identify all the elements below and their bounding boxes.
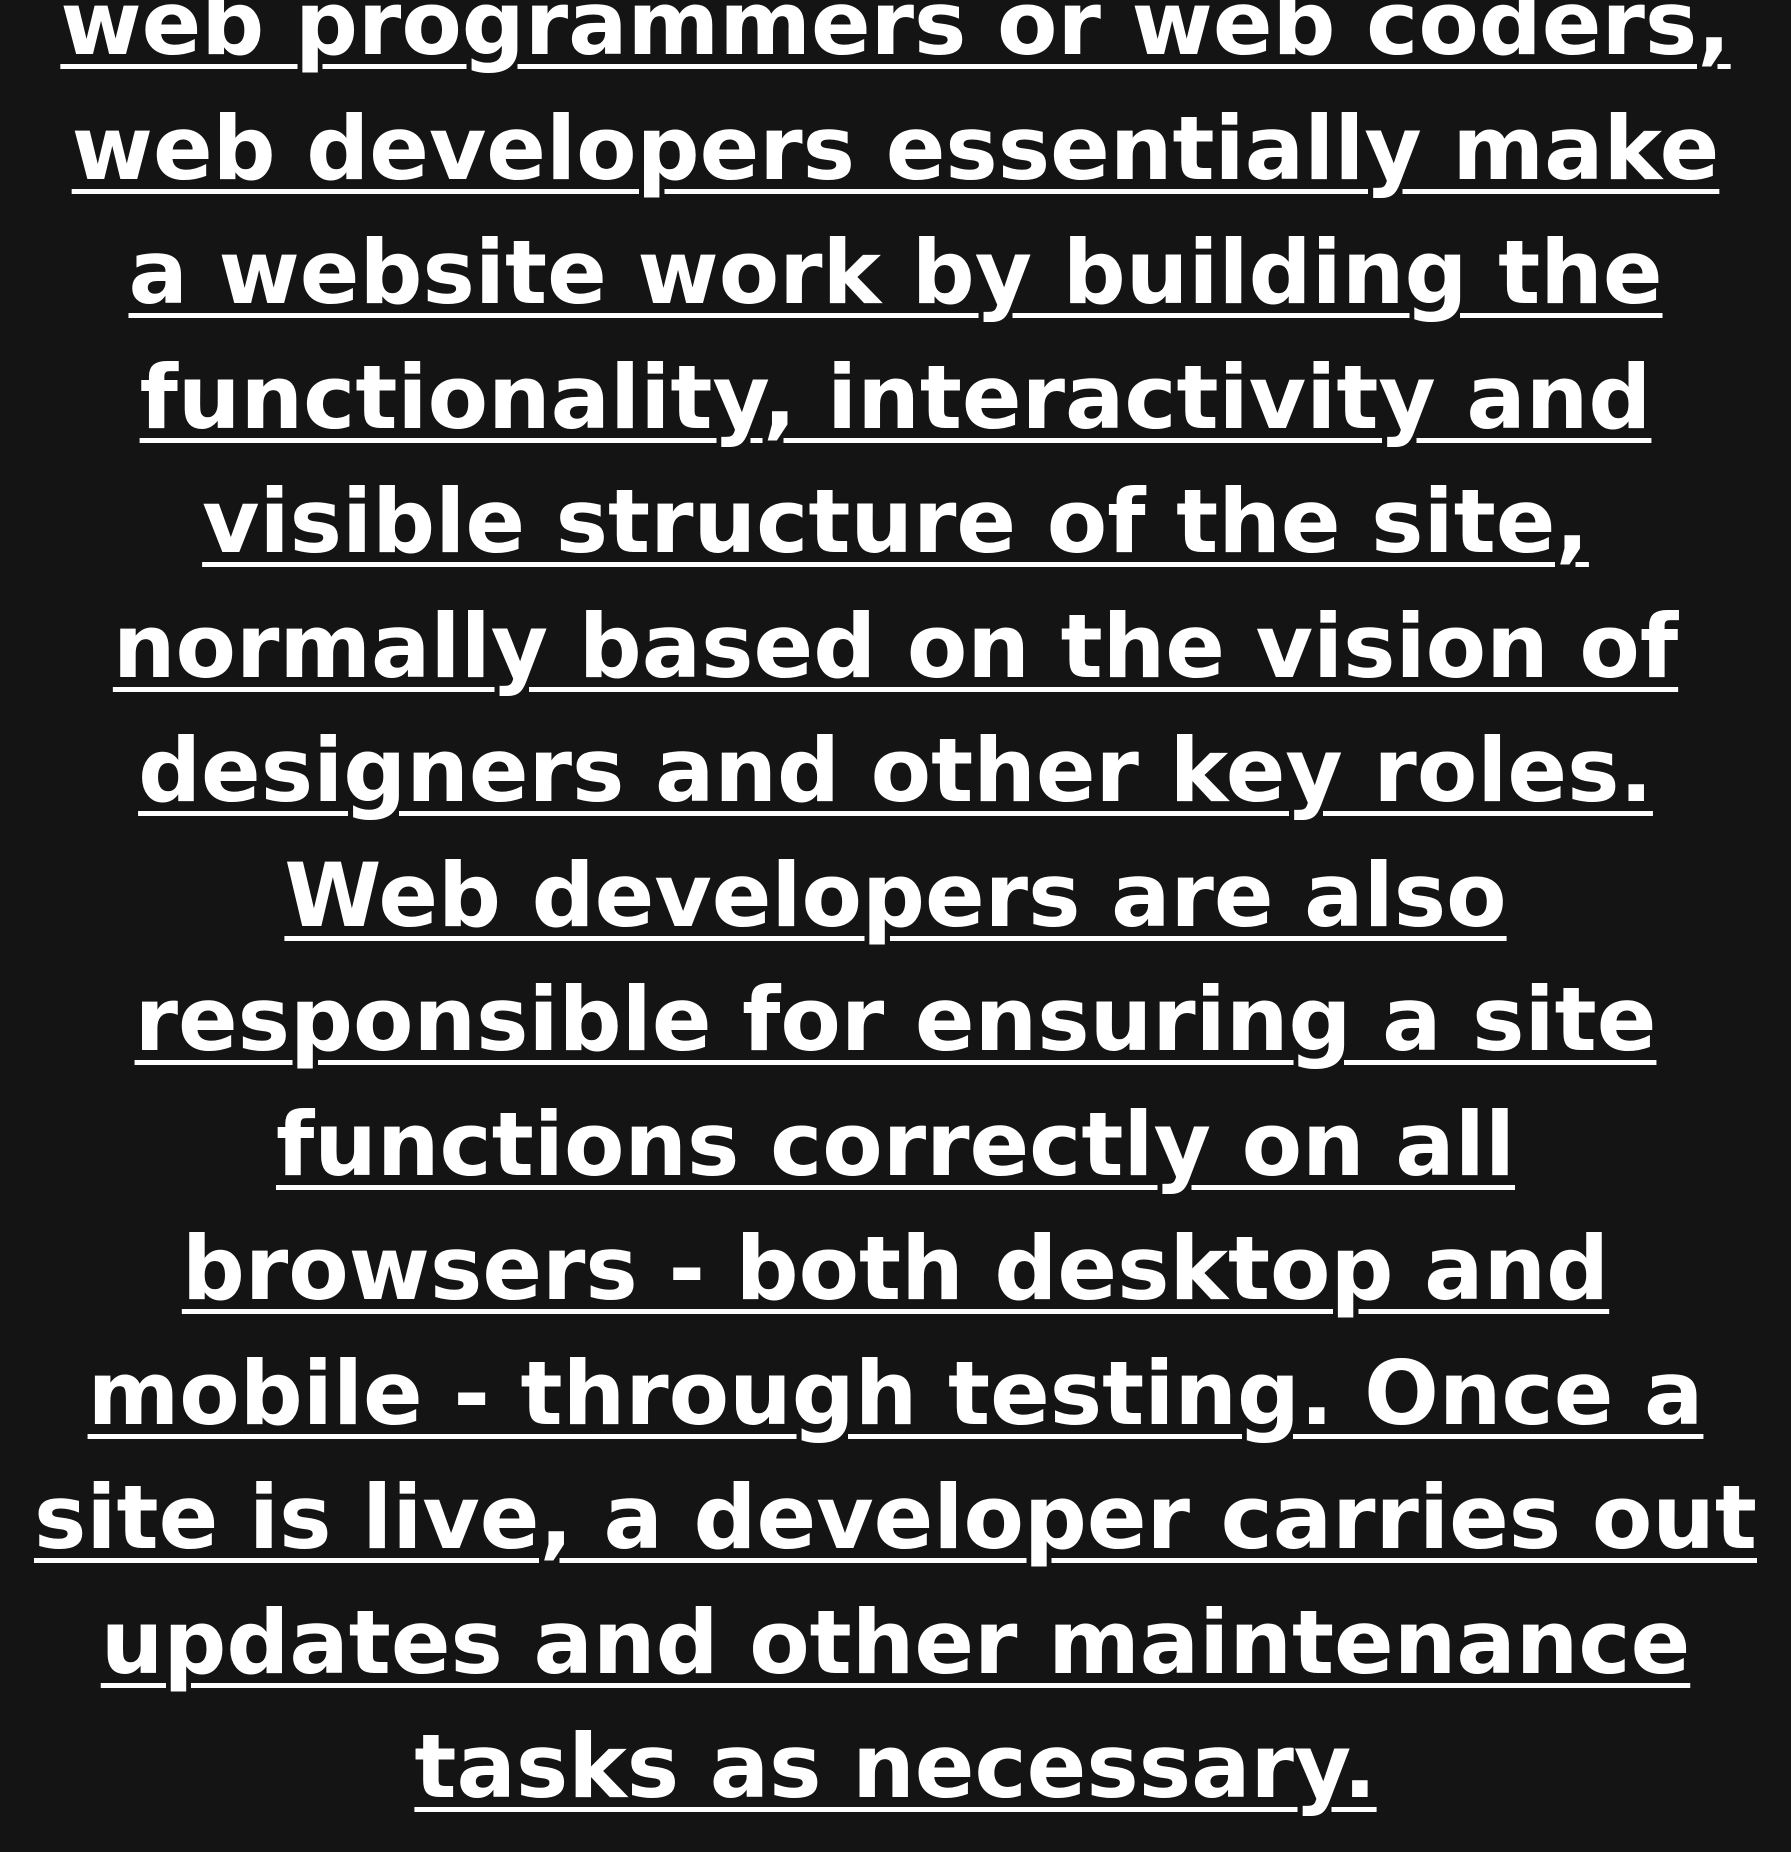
paragraph-line: a website work by building the bbox=[20, 211, 1771, 336]
link-text[interactable]: tasks as necessary. bbox=[414, 1715, 1376, 1818]
paragraph-line: normally based on the vision of bbox=[20, 585, 1771, 710]
paragraph-line: site is live, a developer carries out bbox=[20, 1456, 1771, 1581]
paragraph-line: responsible for ensuring a site bbox=[20, 958, 1771, 1083]
link-text[interactable]: designers and other key roles. bbox=[138, 719, 1653, 822]
link-text[interactable]: site is live, a developer carries out bbox=[34, 1466, 1757, 1569]
paragraph-line: Web developers are also bbox=[20, 834, 1771, 959]
link-text[interactable]: normally based on the vision of bbox=[113, 595, 1678, 698]
link-text[interactable]: a website work by building the bbox=[128, 221, 1662, 324]
link-text[interactable]: Web developers are also bbox=[284, 844, 1506, 947]
link-text[interactable]: functions correctly on all bbox=[276, 1093, 1515, 1196]
page: web programmers or web coders, web devel… bbox=[0, 0, 1791, 1852]
paragraph-line: web programmers or web coders, bbox=[20, 0, 1771, 87]
link-text[interactable]: mobile - through testing. Once a bbox=[88, 1342, 1704, 1445]
link-text[interactable]: functionality, interactivity and bbox=[140, 346, 1652, 449]
paragraph-line: tasks as necessary. bbox=[20, 1705, 1771, 1830]
link-text[interactable]: web programmers or web coders, bbox=[60, 0, 1730, 75]
paragraph-line: web developers essentially make bbox=[20, 87, 1771, 212]
link-text[interactable]: web developers essentially make bbox=[72, 97, 1720, 200]
paragraph-line: visible structure of the site, bbox=[20, 460, 1771, 585]
paragraph-line: functions correctly on all bbox=[20, 1083, 1771, 1208]
link-text[interactable]: browsers - both desktop and bbox=[182, 1217, 1609, 1320]
paragraph-line: browsers - both desktop and bbox=[20, 1207, 1771, 1332]
link-text[interactable]: responsible for ensuring a site bbox=[135, 968, 1657, 1071]
paragraph-line: mobile - through testing. Once a bbox=[20, 1332, 1771, 1457]
paragraph-line: updates and other maintenance bbox=[20, 1581, 1771, 1706]
article-paragraph: web programmers or web coders, web devel… bbox=[0, 0, 1791, 1830]
paragraph-line: functionality, interactivity and bbox=[20, 336, 1771, 461]
link-text[interactable]: visible structure of the site, bbox=[202, 470, 1589, 573]
paragraph-line: designers and other key roles. bbox=[20, 709, 1771, 834]
link-text[interactable]: updates and other maintenance bbox=[101, 1591, 1691, 1694]
